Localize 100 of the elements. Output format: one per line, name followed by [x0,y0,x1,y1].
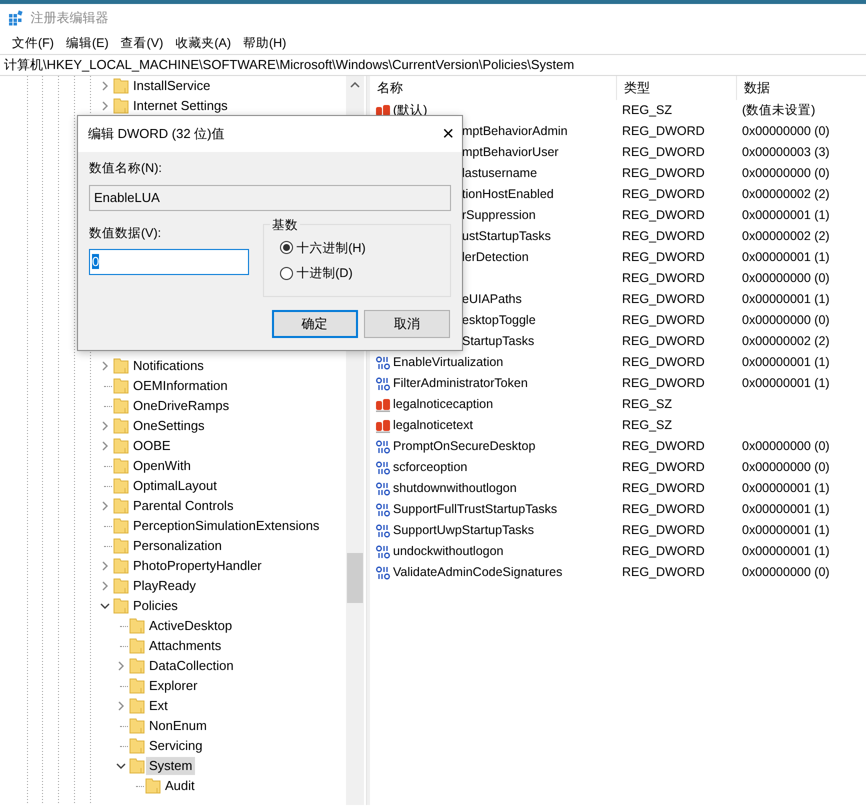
value-name[interactable]: scforceoption [393,458,468,477]
value-type: REG_DWORD [622,166,705,180]
tree-item[interactable]: Servicing [146,737,206,755]
scroll-thumb[interactable] [347,553,363,603]
value-name[interactable]: SupportUwpStartupTasks [393,521,534,540]
value-type: REG_DWORD [622,523,705,538]
menu-item[interactable]: 文件(F) [6,34,60,52]
tree-item[interactable]: DataCollection [146,657,237,675]
tree-item[interactable]: Audit [162,777,198,795]
value-type: REG_DWORD [622,502,705,516]
value-field[interactable]: 0 [89,248,249,275]
value-name[interactable]: PromptOnSecureDesktop [393,437,536,456]
tree-item[interactable]: Attachments [146,637,224,655]
value-name[interactable]: mptBehaviorUser [462,143,559,162]
column-header[interactable]: 数据 [737,76,770,100]
value-name[interactable]: ustStartupTasks [462,227,551,246]
tree-item[interactable]: Ext [146,697,171,715]
value-name[interactable]: legalnoticetext [393,416,473,435]
caret-icon[interactable] [116,761,126,771]
value-data: 0x00000001 (1) [742,355,830,370]
value-name[interactable]: ValidateAdminCodeSignatures [393,563,562,582]
value-data: 0x00000000 (0) [742,460,830,474]
tree-item[interactable]: Personalization [130,537,225,555]
tree-item[interactable]: System [146,757,196,775]
radio-label[interactable]: 十六进制(H) [296,238,366,258]
tree-item[interactable]: PhotoPropertyHandler [130,557,265,575]
value-data: 0x00000001 (1) [742,292,830,306]
value-data: 0x00000000 (0) [742,166,830,180]
value-name[interactable]: mptBehaviorAdmin [462,122,568,141]
folder-icon [145,778,162,794]
menu-item[interactable]: 收藏夹(A) [169,34,237,52]
tree-item[interactable]: OpenWith [130,457,194,475]
folder-icon [113,558,130,574]
tree-item[interactable]: PlayReady [130,577,199,595]
tree-item[interactable]: OneDriveRamps [130,397,232,415]
menu-item[interactable]: 查看(V) [114,34,170,52]
tree-item[interactable]: PerceptionSimulationExtensions [130,517,322,535]
tree-item[interactable]: OEMInformation [130,377,231,395]
value-type: REG_DWORD [622,439,705,454]
value-type: REG_DWORD [622,565,705,580]
value-name[interactable]: eUIAPaths [462,290,522,309]
value-data: 0x00000001 (1) [742,376,830,390]
folder-icon [113,378,130,394]
folder-icon [113,458,130,474]
name-field: EnableLUA [89,184,451,210]
radio-label[interactable]: 十进制(D) [296,264,353,282]
value-type: REG_DWORD [622,187,705,202]
value-type: REG_DWORD [622,313,705,328]
value-type: REG_SZ [622,103,672,118]
value-name[interactable]: lerDetection [462,248,529,267]
folder-icon [129,698,146,714]
value-type: REG_DWORD [622,460,705,474]
value-name[interactable]: StartupTasks [462,332,534,351]
value-name[interactable]: FilterAdministratorToken [393,374,528,393]
tree-item[interactable]: Notifications [130,357,207,375]
tree-item[interactable]: Policies [130,597,181,615]
value-type: REG_DWORD [622,376,705,390]
value-data: 0x00000001 (1) [742,481,830,496]
tree-item[interactable]: NonEnum [146,717,210,735]
folder-icon [113,438,130,454]
value-type: REG_DWORD [622,250,705,264]
scroll-up-icon[interactable] [350,82,360,88]
value-data: 0x00000002 (2) [742,229,830,244]
value-name[interactable]: EnableVirtualization [393,353,504,372]
value-name[interactable]: lastusername [462,164,538,183]
value-name[interactable]: undockwithoutlogon [393,542,504,561]
column-header[interactable]: 类型 [617,76,737,100]
value-name[interactable]: rSuppression [462,206,536,225]
tree-item[interactable]: Parental Controls [130,497,236,515]
folder-icon [129,658,146,674]
tree-item[interactable]: OptimalLayout [130,477,220,495]
value-name[interactable]: SupportFullTrustStartupTasks [393,500,558,519]
tree-item[interactable]: OOBE [130,437,174,455]
tree-item[interactable]: ActiveDesktop [146,617,236,635]
tree-item[interactable]: Explorer [146,677,200,695]
folder-icon [113,78,130,94]
close-button[interactable]: × [434,124,462,144]
value-type: REG_DWORD [622,481,705,496]
folder-icon [113,498,130,514]
value-name[interactable]: tionHostEnabled [462,185,554,204]
column-header[interactable]: 名称 [370,76,617,100]
ok-button[interactable]: 确定 [272,310,358,338]
tree-item[interactable]: OneSettings [130,417,208,435]
tree-item[interactable]: InstallService [130,77,214,95]
address-bar[interactable]: 计算机\HKEY_LOCAL_MACHINE\SOFTWARE\Microsoft\Windows\CurrentVersion\Policies\System [0,54,866,76]
menu-item[interactable]: 帮助(H) [236,34,292,52]
value-type: REG_DWORD [622,208,705,222]
value-data: 0x00000000 (0) [742,124,830,138]
value-data: 0x00000001 (1) [742,208,830,222]
value-name[interactable]: esktopToggle [462,311,536,330]
cancel-button[interactable]: 取消 [364,310,450,338]
folder-icon [129,618,146,634]
caret-icon[interactable] [100,601,110,611]
radio-button[interactable] [280,266,293,280]
menu-item[interactable]: 编辑(E) [60,34,115,52]
value-data: 0x00000001 (1) [742,502,830,516]
value-name[interactable]: legalnoticecaption [393,395,494,414]
tree-item[interactable]: Internet Settings [130,97,231,115]
radio-button[interactable] [280,241,293,254]
value-name[interactable]: shutdownwithoutlogon [393,479,517,498]
